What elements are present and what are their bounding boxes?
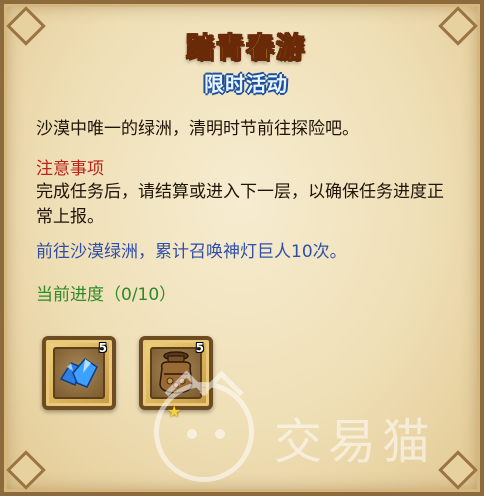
progress-text: 当前进度（0/10）	[36, 285, 177, 305]
event-description: 沙漠中唯一的绿洲，清明时节前往探险吧。	[36, 119, 359, 139]
cat-logo-icon	[154, 382, 254, 482]
event-subtitle: 限时活动	[204, 72, 288, 96]
cat-eye	[187, 429, 197, 439]
reward-slot-crystal[interactable]: 5	[42, 336, 116, 410]
cat-eye	[215, 429, 225, 439]
title-block: 踏青春游 限时活动	[4, 26, 484, 97]
corner-ornament	[6, 450, 46, 490]
watermark-text: 交易猫	[274, 414, 437, 470]
notice-text: 完成任务后，请结算或进入下一层，以确保任务进度正常上报。	[36, 182, 444, 227]
task-text: 前往沙漠绿洲，累计召唤神灯巨人10次。	[36, 242, 347, 262]
blue-crystal-icon	[59, 358, 98, 388]
watermark: 交易猫	[154, 382, 484, 492]
event-title: 踏青春游	[185, 31, 306, 65]
event-panel: 踏青春游 限时活动 沙漠中唯一的绿洲，清明时节前往探险吧。 注意事项 完成任务后…	[0, 0, 484, 496]
reward-count: 5	[195, 341, 204, 355]
notice-heading: 注意事项	[36, 159, 104, 179]
reward-count: 5	[98, 341, 107, 355]
